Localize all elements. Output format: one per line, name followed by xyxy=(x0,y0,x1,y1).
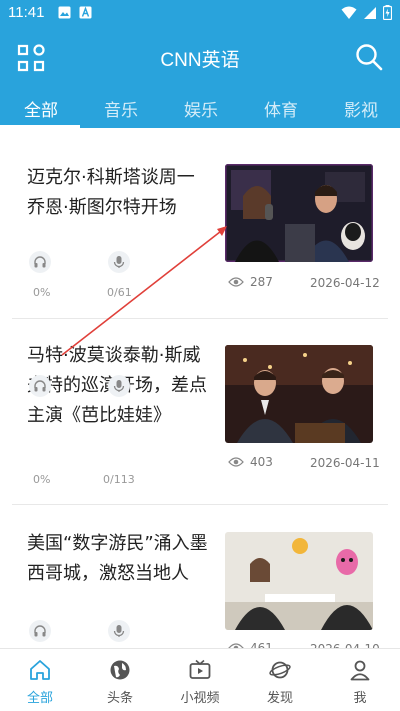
article-title[interactable]: 迈克尔·科斯塔谈周一乔恩·斯图尔特开场 xyxy=(27,163,212,223)
app-notification-icon xyxy=(79,6,92,19)
wifi-icon xyxy=(341,6,357,19)
listen-progress: 0% xyxy=(33,286,51,299)
headphones-icon[interactable] xyxy=(29,251,51,273)
microphone-icon[interactable] xyxy=(108,620,130,642)
tv-icon xyxy=(189,659,211,679)
tab-movies[interactable]: 影视 xyxy=(344,96,378,121)
user-icon xyxy=(350,660,370,681)
microphone-icon[interactable] xyxy=(108,251,130,273)
tab-sports[interactable]: 体育 xyxy=(264,96,298,121)
eye-icon xyxy=(228,457,244,467)
article-feed[interactable]: 迈克尔·科斯塔谈周一乔恩·斯图尔特开场 0% 0/61 287 2026-04-… xyxy=(0,128,400,648)
notification-icons xyxy=(58,6,92,19)
view-count: 287 xyxy=(228,275,273,289)
category-tab-bar: 全部 音乐 娱乐 体育 影视 xyxy=(0,88,400,128)
practice-progress: 0/61 xyxy=(107,286,132,299)
planet-icon xyxy=(269,661,291,679)
nav-discover-label: 发现 xyxy=(266,691,293,706)
nav-home[interactable]: 全部 xyxy=(0,649,80,711)
article-title[interactable]: 美国“数字游民”涌入墨西哥城，激怒当地人 xyxy=(27,529,212,589)
nav-profile-label: 我 xyxy=(353,691,367,706)
search-icon[interactable] xyxy=(354,42,384,72)
article-card[interactable]: 美国“数字游民”涌入墨西哥城，激怒当地人 461 xyxy=(0,504,400,648)
podcast-studio-image xyxy=(225,164,373,262)
nav-discover[interactable]: 发现 xyxy=(240,649,320,711)
publish-date: 2026-04-12 xyxy=(310,276,380,290)
practice-progress: 0/113 xyxy=(103,473,135,486)
article-card[interactable]: 马特·波莫谈泰勒·斯威夫特的巡演开场，差点主演《芭比娃娃》 0% 0/113 4… xyxy=(0,318,400,504)
battery-charging-icon xyxy=(383,5,392,20)
article-thumbnail[interactable] xyxy=(225,345,373,443)
nav-headlines[interactable]: 头条 xyxy=(80,649,160,711)
nav-home-label: 全部 xyxy=(26,691,53,706)
interview-image xyxy=(225,532,373,630)
nav-short-video[interactable]: 小视频 xyxy=(160,649,240,711)
headphones-icon[interactable] xyxy=(29,620,51,642)
nav-headlines-label: 头条 xyxy=(106,691,133,706)
tab-all[interactable]: 全部 xyxy=(24,96,58,121)
tab-entertainment[interactable]: 娱乐 xyxy=(184,96,218,121)
bottom-navigation: 全部 头条 小视频 发现 我 xyxy=(0,648,400,711)
eye-icon xyxy=(228,277,244,287)
image-notification-icon xyxy=(58,6,71,19)
nav-short-video-label: 小视频 xyxy=(180,691,220,706)
view-count-value: 287 xyxy=(250,275,273,289)
status-bar: 11:41 xyxy=(0,0,400,26)
app-bar: CNN英语 xyxy=(0,26,400,88)
view-count-value: 403 xyxy=(250,455,273,469)
status-time: 11:41 xyxy=(8,4,45,21)
view-count: 461 xyxy=(228,641,273,648)
nav-profile[interactable]: 我 xyxy=(320,649,400,711)
tab-music[interactable]: 音乐 xyxy=(104,96,138,121)
view-count-value: 461 xyxy=(250,641,273,648)
article-thumbnail[interactable] xyxy=(225,532,373,630)
home-icon xyxy=(30,660,50,680)
signal-icon xyxy=(364,6,376,19)
microphone-icon[interactable] xyxy=(108,375,130,397)
listen-progress: 0% xyxy=(33,473,51,486)
article-card[interactable]: 迈克尔·科斯塔谈周一乔恩·斯图尔特开场 0% 0/61 287 2026-04-… xyxy=(0,128,400,318)
system-icons xyxy=(341,5,392,20)
article-thumbnail[interactable] xyxy=(225,164,373,262)
app-title: CNN英语 xyxy=(160,50,240,71)
view-count: 403 xyxy=(228,455,273,469)
headphones-icon[interactable] xyxy=(29,375,51,397)
talk-show-image xyxy=(225,345,373,443)
globe-icon xyxy=(110,660,130,680)
publish-date: 2026-04-11 xyxy=(310,456,380,470)
